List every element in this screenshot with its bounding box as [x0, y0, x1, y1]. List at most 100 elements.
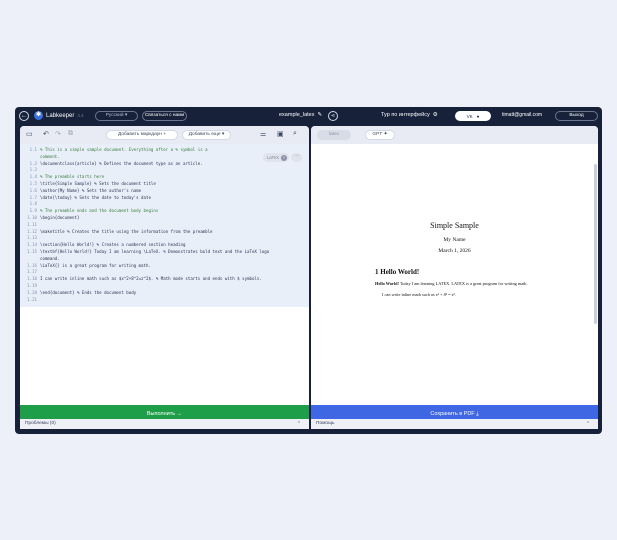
code-line[interactable]: 1.13 — [20, 235, 309, 242]
line-number: 1.1 — [29, 147, 37, 152]
line-number: 1.21 — [27, 296, 37, 302]
bold-text: Hello World! — [375, 281, 399, 286]
chevron-up-icon[interactable]: ⌃ — [297, 419, 301, 429]
layout-icon[interactable]: ▣ — [277, 130, 284, 138]
share-icon[interactable]: ⋖ — [328, 111, 338, 121]
help-bar[interactable]: Помощь ⌃ — [311, 419, 598, 429]
paragraph: Hello World! Today I am learning LATEX. … — [375, 281, 540, 287]
line-number: 1.15 — [27, 249, 37, 254]
code-text: % The preamble starts here — [40, 174, 105, 180]
code-text: \section{Hello World!} % Creates a numbe… — [40, 242, 186, 248]
logo-text: Labkeeper — [46, 112, 75, 119]
code-line[interactable]: 1.6 \author{My Name} % Sets the author's … — [20, 188, 309, 195]
code-line[interactable]: 1.9% The preamble ends and the document … — [20, 208, 309, 215]
robot-icon: ⚙ — [432, 112, 438, 118]
tab-gpt[interactable]: GPT ✦ — [365, 130, 395, 140]
preview-panel: latex GPT ✦ Simple Sample My Name March … — [311, 126, 598, 424]
code-line[interactable]: 1.16 \LaTeX{} is a great program for writ… — [20, 263, 309, 270]
more-options-icon[interactable]: ⋯ — [291, 153, 302, 162]
editor-toolbar: ▭ ↶ ↷ ⧉ Добавить маркдаун + Добавить еще… — [20, 126, 309, 144]
code-line[interactable]: 1.7 \date{\today} % Sets the date to toda… — [20, 195, 309, 202]
logo[interactable]: ✱ Labkeeper 4.4 — [34, 111, 84, 120]
back-button[interactable]: ← — [19, 111, 29, 121]
code-line[interactable]: 1.12 \maketitle % Creates the title using… — [20, 229, 309, 236]
code-line[interactable]: 1.21 — [20, 297, 309, 304]
github-icon[interactable]: ● — [477, 114, 480, 119]
code-line[interactable]: 1.3 — [20, 167, 309, 174]
line-number: 1.9 — [29, 208, 37, 214]
code-text: \maketitle % Creates the title using the… — [40, 228, 213, 234]
code-editor[interactable]: 1.1% This is a simple sample document. E… — [20, 144, 309, 307]
cell-type-badge[interactable]: LaTeX ? — [263, 153, 289, 162]
logo-version: 4.4 — [77, 113, 84, 118]
code-line[interactable]: 1.19 — [20, 283, 309, 290]
document-author: My Name — [443, 237, 466, 243]
code-text: \title{Simple Sample} % Sets the documen… — [40, 181, 156, 186]
problems-bar[interactable]: Проблемы (0) ⌃ — [20, 419, 309, 429]
language-label: Русский — [105, 113, 124, 118]
line-number: 1.19 — [27, 283, 37, 288]
line-number: 1.14 — [27, 242, 37, 248]
code-line[interactable]: command. — [20, 256, 309, 263]
settings-sliders-icon[interactable]: ⚌ — [260, 130, 266, 138]
paragraph-math: I can write inline math such as x² + 8² … — [382, 292, 456, 297]
chevron-down-icon: ▾ — [124, 113, 128, 118]
scrollbar[interactable] — [594, 164, 597, 324]
line-number: 1.2 — [29, 160, 37, 166]
line-number: 1.4 — [29, 174, 37, 180]
code-text: \documentclass{article} % Defines the do… — [40, 160, 203, 166]
chevron-down-icon: ▾ — [221, 132, 225, 137]
code-text: % The preamble ends and the document bod… — [40, 208, 159, 214]
code-line[interactable]: 1.11 — [20, 222, 309, 229]
code-text: I can write inline math such as $x^2+8^2… — [40, 276, 262, 282]
edit-pencil-icon[interactable]: ✎ — [317, 112, 322, 118]
code-line[interactable]: 1.15 \textbf{Hello World!} Today I am lea… — [20, 249, 309, 256]
paragraph-text: Today I am learning LATEX. LATEX is a gr… — [398, 281, 528, 286]
code-line[interactable]: 1.10 \begin{document} — [20, 215, 309, 222]
tab-latex[interactable]: latex — [317, 130, 351, 140]
document-title: Simple Sample — [430, 221, 479, 230]
folder-icon[interactable]: ▭ — [26, 130, 33, 138]
help-label: Помощь — [316, 421, 335, 426]
add-markdown-label: Добавить маркдаун — [118, 132, 162, 137]
code-line[interactable]: 1.18 I can write inline math such as $x^2… — [20, 276, 309, 283]
app-window: ← ✱ Labkeeper 4.4 Русский ▾ Связаться с … — [15, 107, 602, 434]
contact-button[interactable]: Связаться с нами — [142, 111, 187, 121]
filename[interactable]: example_latex ✎ — [279, 112, 322, 118]
search-icon[interactable]: ⌕ — [293, 130, 297, 138]
line-number: 1.5 — [29, 181, 37, 186]
interface-tour[interactable]: Тур по интерфейсу ⚙ — [381, 112, 438, 118]
editor-panel: ▭ ↶ ↷ ⧉ Добавить маркдаун + Добавить еще… — [20, 126, 309, 424]
code-text: \LaTeX{} is a great program for writing … — [40, 262, 151, 268]
redo-icon[interactable]: ↷ — [55, 130, 61, 138]
code-line[interactable]: 1.20 \end{document} % Ends the document b… — [20, 290, 309, 297]
problems-label: Проблемы (0) — [25, 421, 56, 426]
language-select[interactable]: Русский ▾ — [95, 111, 138, 121]
line-number: 1.7 — [29, 194, 37, 200]
social-links[interactable]: VK ● — [455, 111, 491, 121]
code-line[interactable]: 1.4% The preamble starts here — [20, 174, 309, 181]
line-number: 1.17 — [27, 269, 37, 275]
plus-icon: + — [163, 132, 166, 137]
user-email: timatt@gmail.com — [502, 112, 543, 118]
line-number: 1.20 — [27, 289, 37, 295]
help-icon[interactable]: ? — [281, 154, 287, 161]
chevron-up-icon[interactable]: ⌃ — [586, 419, 590, 429]
code-line[interactable]: 1.5 \title{Simple Sample} % Sets the docu… — [20, 181, 309, 188]
code-line[interactable]: 1.14 \section{Hello World!} % Creates a n… — [20, 242, 309, 249]
code-text: % This is a simple sample document. Ever… — [40, 147, 208, 152]
line-number: 1.16 — [27, 262, 37, 268]
code-line[interactable]: 1.8 — [20, 201, 309, 208]
code-text: command. — [40, 255, 60, 261]
vk-icon[interactable]: VK — [467, 114, 473, 119]
add-markdown-button[interactable]: Добавить маркдаун + — [106, 130, 178, 140]
pdf-preview: Simple Sample My Name March 1, 2026 1 He… — [311, 144, 598, 405]
line-number: 1.10 — [27, 215, 37, 220]
undo-icon[interactable]: ↶ — [43, 130, 49, 138]
line-number: 1.6 — [29, 187, 37, 193]
logout-button[interactable]: Выход — [555, 111, 598, 121]
code-text: \date{\today} % Sets the date to today's… — [40, 194, 151, 200]
copy-icon[interactable]: ⧉ — [68, 130, 73, 138]
code-line[interactable]: 1.17 — [20, 269, 309, 276]
add-more-button[interactable]: Добавить еще ▾ — [182, 130, 231, 140]
